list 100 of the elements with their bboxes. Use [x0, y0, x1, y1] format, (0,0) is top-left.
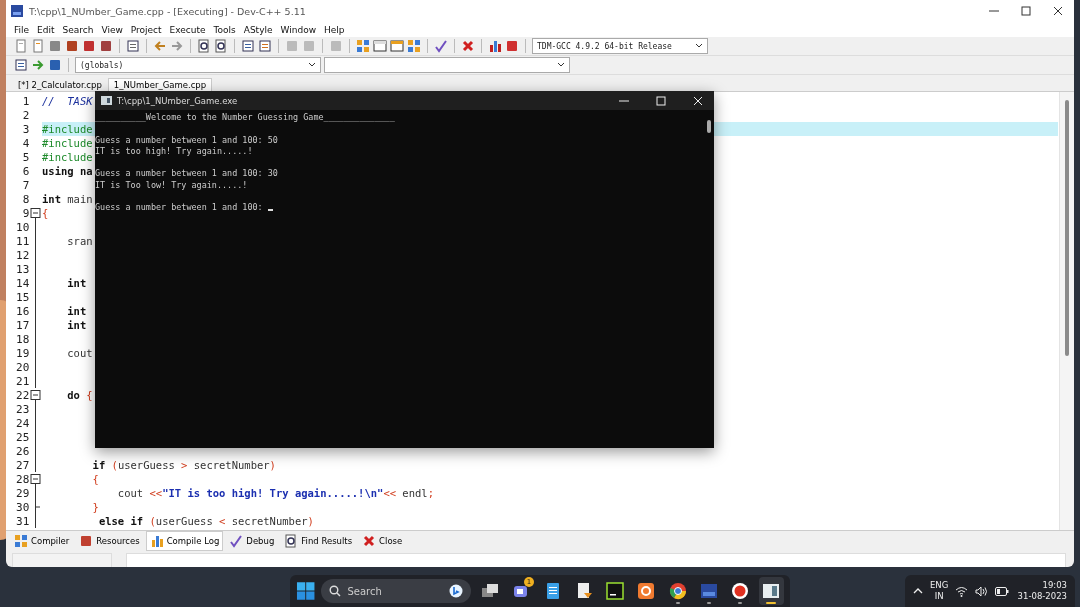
debug-icon[interactable] [505, 39, 519, 53]
compiler-select[interactable]: TDM-GCC 4.9.2 64-bit Release [532, 38, 708, 54]
check-icon[interactable] [229, 533, 244, 548]
menu-item[interactable]: Edit [33, 24, 59, 35]
resources-icon[interactable] [79, 533, 94, 548]
search-icon [329, 585, 342, 597]
compile-run-icon[interactable] [390, 39, 404, 53]
square-app-icon[interactable] [636, 581, 657, 601]
panel-tab[interactable]: Resources [75, 530, 144, 551]
line-number: 31 [15, 514, 30, 528]
code-line: int [66, 304, 87, 319]
file-tab[interactable]: 1_NUmber_Game.cpp [107, 78, 213, 91]
volume-icon[interactable] [975, 585, 989, 597]
panel-tab[interactable]: Close [358, 530, 407, 551]
language-indicator[interactable]: ENG IN [930, 580, 949, 602]
line-number: 27 [15, 458, 30, 472]
menu-item[interactable]: View [97, 24, 127, 35]
start-icon[interactable] [296, 581, 316, 601]
console-line: Guess a number between 1 and 100: [95, 202, 264, 213]
search-field[interactable]: Search [321, 579, 472, 603]
line-number: 9 [21, 206, 30, 220]
browser-icon[interactable] [667, 581, 688, 601]
replace-icon[interactable] [214, 39, 228, 53]
save-icon[interactable] [48, 39, 62, 53]
line-number: 6 [21, 164, 30, 178]
line-number: 23 [15, 402, 30, 416]
code-line: { [42, 206, 49, 221]
fold-marker[interactable] [30, 206, 42, 221]
ide-icon[interactable] [698, 581, 719, 601]
window-icon[interactable] [373, 39, 387, 53]
menu-item[interactable]: File [10, 24, 34, 35]
window-title: T:\cpp\1_NUmber_Game.cpp - [Executing] - Dev-C++ 5.11 [29, 5, 307, 17]
panel-tab[interactable]: Find Results [280, 530, 357, 551]
fold-marker[interactable] [30, 388, 42, 403]
stop-icon[interactable] [461, 39, 475, 53]
menu-item[interactable]: AStyle [239, 24, 277, 35]
chart-icon[interactable] [149, 533, 164, 548]
fold-marker[interactable] [30, 472, 42, 487]
menu-item[interactable]: Project [126, 24, 166, 35]
close-all-icon[interactable] [99, 39, 113, 53]
close-file-icon[interactable] [82, 39, 96, 53]
line-number: 12 [15, 248, 30, 262]
bing-icon [449, 584, 464, 598]
panel-tab[interactable]: Compiler [10, 530, 74, 551]
console-line: IT is too high! Try again.....! [95, 145, 253, 156]
unindent-icon[interactable] [258, 39, 272, 53]
line-number: 4 [21, 136, 30, 150]
line-number: 26 [15, 444, 30, 458]
code-line: cout [66, 346, 93, 361]
dropdown-icon [557, 62, 565, 68]
menu-item[interactable]: Tools [209, 24, 240, 35]
record-icon[interactable] [730, 581, 751, 601]
scope-select[interactable]: (globals) [75, 57, 321, 73]
panel-tab[interactable]: Debug [225, 530, 279, 551]
wifi-icon[interactable] [955, 585, 969, 597]
scrollbar[interactable] [707, 120, 711, 133]
indent-icon[interactable] [241, 39, 255, 53]
exit-icon[interactable] [31, 58, 45, 72]
menu-item[interactable]: Window [276, 24, 320, 35]
menu-item[interactable]: Help [320, 24, 349, 35]
line-number: 11 [15, 234, 30, 248]
code-line: if (userGuess > secretNumber) [91, 458, 276, 473]
line-number: 18 [15, 332, 30, 346]
find-icon[interactable] [284, 533, 299, 548]
compiler-icon[interactable] [14, 533, 28, 548]
line-number: 17 [15, 318, 30, 332]
line-number: 30 [15, 500, 30, 514]
menu-item[interactable]: Search [58, 24, 98, 35]
console-line: IT is Too low! Try again.....! [95, 179, 248, 190]
clock[interactable]: 19:03 31-08-2023 [1017, 580, 1067, 602]
line-number: 5 [21, 150, 30, 164]
chevron-up-icon[interactable] [913, 587, 923, 595]
line-number: 15 [15, 290, 30, 304]
task-view-icon[interactable] [481, 583, 500, 599]
console-line: Guess a number between 1 and 100: 30 [95, 168, 278, 179]
book-icon[interactable] [48, 58, 62, 72]
scrollbar[interactable] [1059, 92, 1074, 530]
insert-icon[interactable] [14, 58, 28, 72]
find-icon[interactable] [197, 39, 211, 53]
dropdown-icon [308, 62, 316, 68]
check-icon[interactable] [434, 39, 448, 53]
code-line: int [66, 276, 87, 291]
print-icon[interactable] [126, 39, 140, 53]
compile-icon[interactable] [356, 39, 370, 53]
save-all-icon[interactable] [65, 39, 79, 53]
line-number: 21 [15, 374, 30, 388]
rebuild-icon[interactable] [407, 39, 421, 53]
chart-icon[interactable] [488, 39, 502, 53]
code-line: cout <<"IT is too high! Try again.....!\n"<< endl; [116, 486, 434, 501]
dropdown-icon [695, 43, 703, 49]
console-line: __________Welcome to the Number Guessing Game______________ [95, 112, 395, 122]
undo-icon[interactable] [153, 39, 167, 53]
line-number: 13 [15, 262, 30, 276]
menu-item[interactable]: Execute [165, 24, 210, 35]
line-number: 7 [21, 178, 30, 192]
battery-icon[interactable] [995, 586, 1010, 596]
line-number: 2 [21, 108, 30, 122]
line-number: 16 [15, 304, 30, 318]
panel-tab[interactable]: Compile Log [145, 530, 224, 551]
code-editor-icon[interactable] [605, 581, 626, 601]
